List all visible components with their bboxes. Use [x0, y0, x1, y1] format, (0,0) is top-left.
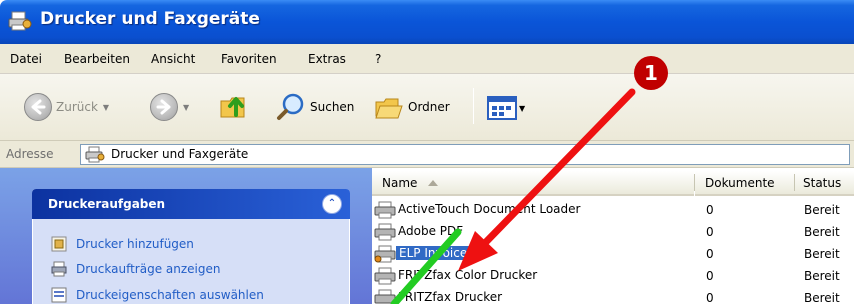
- title-bar: Drucker und Faxgeräte: [0, 0, 854, 44]
- printers-faxes-icon: [85, 146, 105, 163]
- table-row[interactable]: Adobe PDF 0 Bereit: [372, 221, 854, 243]
- printer-name: ELP Invoice: [396, 246, 471, 260]
- views-icon: [487, 96, 517, 120]
- printer-name: Adobe PDF: [398, 224, 464, 238]
- printer-documents: 0: [706, 269, 714, 283]
- search-label: Suchen: [310, 100, 355, 114]
- forward-arrow-icon: [150, 93, 178, 121]
- table-row[interactable]: FRITZfax Drucker 0 Bereit: [372, 287, 854, 304]
- task-pane: Druckeraufgaben ⌃ Drucker hinzufügen Dru…: [0, 168, 372, 304]
- menu-bearbeiten[interactable]: Bearbeiten: [64, 52, 130, 66]
- collapse-chevron-icon[interactable]: ⌃: [322, 194, 342, 214]
- printer-documents: 0: [706, 247, 714, 261]
- toolbar-separator: [473, 88, 474, 124]
- printer-icon: [374, 289, 396, 304]
- column-header-name[interactable]: Name: [372, 171, 694, 196]
- task-panel-body: Drucker hinzufügen Druckaufträge anzeige…: [32, 219, 350, 304]
- printer-name: FRITZfax Color Drucker: [398, 268, 538, 282]
- printer-documents: 0: [706, 291, 714, 304]
- forward-button[interactable]: ▼: [150, 93, 189, 121]
- menu-extras[interactable]: Extras: [308, 52, 346, 66]
- printer-name: ActiveTouch Document Loader: [398, 202, 581, 216]
- printer-status: Bereit: [804, 291, 840, 304]
- printer-status: Bereit: [804, 225, 840, 239]
- back-label: Zurück: [56, 100, 98, 114]
- printer-documents: 0: [706, 203, 714, 217]
- menu-ansicht[interactable]: Ansicht: [151, 52, 195, 66]
- sort-ascending-icon: [428, 180, 438, 186]
- printer-name: FRITZfax Drucker: [398, 290, 503, 304]
- printer-properties-icon: [51, 287, 67, 303]
- task-label: Druckeigenschaften auswählen: [76, 288, 264, 302]
- printer-status: Bereit: [804, 269, 840, 283]
- table-row[interactable]: ActiveTouch Document Loader 0 Bereit: [372, 199, 854, 221]
- folder-up-icon: [220, 97, 245, 118]
- folders-label: Ordner: [408, 100, 450, 114]
- back-arrow-icon: [24, 93, 52, 121]
- column-header-documents[interactable]: Dokumente: [695, 171, 795, 196]
- search-icon: [277, 93, 304, 120]
- forward-dropdown-icon[interactable]: ▼: [183, 103, 189, 112]
- default-printer-icon: [374, 245, 396, 263]
- task-panel-title: Druckeraufgaben: [48, 197, 166, 211]
- menu-bar: Datei Bearbeiten Ansicht Favoriten Extra…: [0, 44, 854, 74]
- task-add-printer[interactable]: Drucker hinzufügen: [51, 236, 194, 252]
- table-row-selected[interactable]: ELP Invoice 0 Bereit: [372, 243, 854, 265]
- column-header-label: Dokumente: [705, 176, 775, 190]
- task-view-print-jobs[interactable]: Druckaufträge anzeigen: [51, 261, 220, 277]
- printer-icon: [374, 223, 396, 241]
- up-folder-button[interactable]: [218, 89, 252, 123]
- task-label: Drucker hinzufügen: [76, 237, 194, 251]
- search-button[interactable]: Suchen: [276, 92, 354, 122]
- add-printer-icon: [51, 236, 67, 252]
- table-row[interactable]: FRITZfax Color Drucker 0 Bereit: [372, 265, 854, 287]
- address-value: Drucker und Faxgeräte: [111, 147, 249, 161]
- task-printer-properties[interactable]: Druckeigenschaften auswählen: [51, 287, 264, 303]
- printer-status: Bereit: [804, 247, 840, 261]
- printer-status: Bereit: [804, 203, 840, 217]
- printer-icon: [374, 267, 396, 285]
- address-bar: Adresse Drucker und Faxgeräte: [0, 141, 854, 168]
- print-jobs-icon: [51, 261, 67, 277]
- menu-datei[interactable]: Datei: [10, 52, 42, 66]
- folders-icon: [375, 98, 403, 119]
- column-header-status[interactable]: Status: [795, 171, 854, 196]
- printers-faxes-icon: [8, 11, 32, 31]
- address-label: Adresse: [6, 147, 54, 161]
- task-label: Druckaufträge anzeigen: [76, 262, 221, 276]
- menu-favoriten[interactable]: Favoriten: [221, 52, 277, 66]
- views-button[interactable]: ▼: [487, 96, 525, 120]
- column-header-label: Status: [803, 176, 842, 190]
- back-dropdown-icon[interactable]: ▼: [103, 103, 109, 112]
- file-list: Name Dokumente Status ActiveTouch Docume…: [372, 168, 854, 304]
- printer-documents: 0: [706, 225, 714, 239]
- toolbar: Zurück ▼ ▼ Suchen Ordner ▼: [0, 74, 854, 141]
- column-header-label: Name: [382, 176, 418, 190]
- folders-button[interactable]: Ordner: [374, 92, 450, 122]
- printer-icon: [374, 201, 396, 219]
- window-title: Drucker und Faxgeräte: [40, 9, 260, 29]
- task-panel-header[interactable]: Druckeraufgaben ⌃: [32, 189, 350, 219]
- views-dropdown-icon[interactable]: ▼: [519, 104, 525, 113]
- back-button[interactable]: Zurück ▼: [24, 93, 109, 121]
- menu-help[interactable]: ?: [375, 52, 381, 66]
- address-field[interactable]: Drucker und Faxgeräte: [80, 144, 850, 165]
